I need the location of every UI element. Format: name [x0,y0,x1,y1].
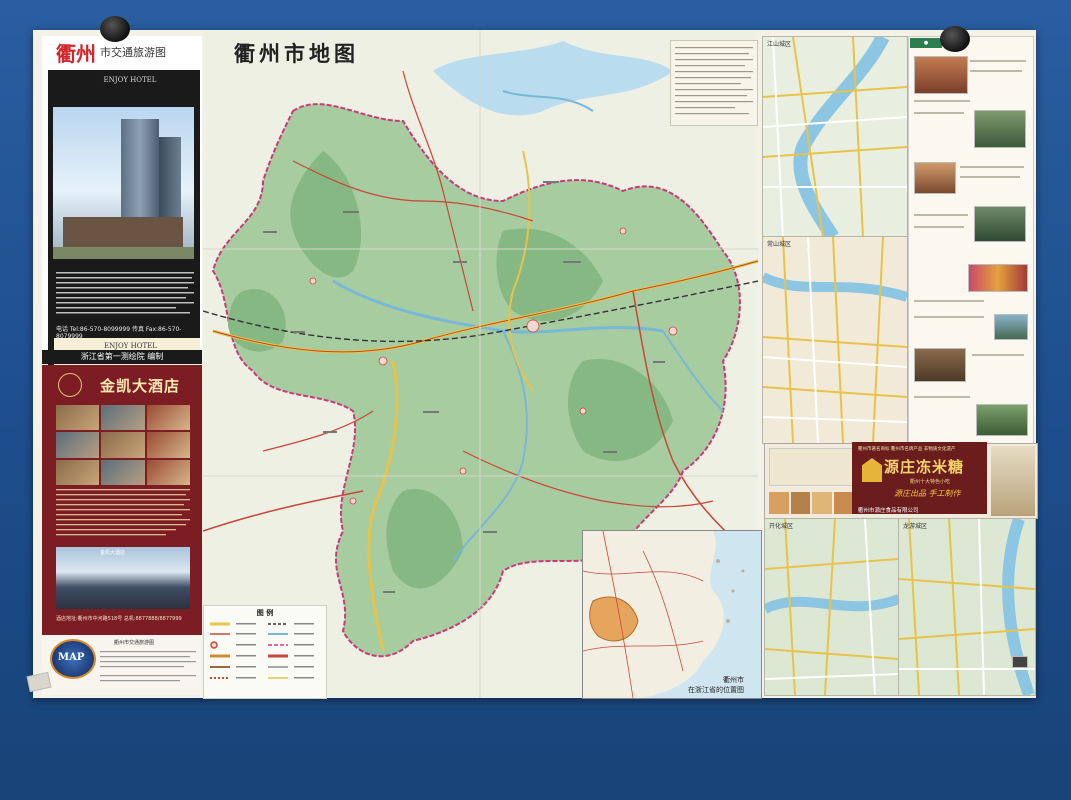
room-photo [101,405,145,431]
food-ad-text [769,448,855,486]
scenic-text-line [960,166,1024,168]
longyou-city-map[interactable]: 龙游城区 [898,518,1036,696]
kaihua-city-map[interactable]: 开化城区 [764,518,900,696]
room-photo [56,459,100,485]
scenic-text-line [914,112,964,114]
food-subtitle: 衢州十大特色小吃 [910,479,951,485]
editor-bar: 浙江省第一测绘院 编制 [42,350,202,364]
hotel-logo-icon [58,373,82,397]
room-photo [56,432,100,458]
food-company: 衢州市源庄食品有限公司 [858,508,919,514]
food-ad-photos [769,492,853,514]
jinkai-hotel-name: 金凯大酒店 [100,377,181,395]
notes-lines [675,47,753,115]
fine-print-lines [56,489,190,536]
scenic-photo [994,314,1028,340]
inset-caption-line1: 衢州市 [723,676,744,684]
food-product-name: 源庄冻米糖 [884,458,965,476]
map-globe-icon: MAP [50,639,96,679]
fine-print-lines [100,651,196,682]
food-photo [790,492,810,514]
map-notes-box [670,40,758,126]
zhejiang-inset-map[interactable] [582,530,762,699]
district-label-top: 江山城区 [767,41,792,48]
scenic-text-line [914,396,970,398]
tape-piece [1012,656,1028,668]
scenic-text-line [914,100,970,102]
changshan-drawing [763,237,907,443]
room-photo [56,405,100,431]
inset-drawing [583,531,745,698]
enjoy-hotel-panel: 衢州 市交通旅游图 ENJOY HOTEL 电话 Tel:86-570-8099… [42,36,202,386]
scenic-text-line [960,176,1020,178]
hotel-ground [53,247,194,259]
scenic-text-line [970,70,1022,72]
scenic-text-line [970,60,1026,62]
publisher-title: 衢州市交通旅游图 [114,640,155,646]
room-photo [146,405,190,431]
pin-icon [940,26,970,52]
scenic-text-line [914,316,984,318]
district-label-bottom-right: 龙游城区 [903,523,928,530]
scenic-photo [914,162,956,194]
pin-icon [100,16,130,42]
fine-print-lines [56,272,194,314]
longyou-drawing [899,519,1035,695]
jinkai-hotel-panel: 金凯大酒店 金凯大酒店 酒店地址:衢州市中河路518号 总机:8877888/8… [42,365,202,635]
scenic-photo [976,404,1028,436]
legend-symbols [210,622,314,679]
map-logo-text: MAP [58,652,85,663]
jinkai-hotel-description [56,487,190,546]
food-tag: 衢州市著名商标 衢州市名牌产品 非物质文化遗产 [858,447,956,452]
brand-subtitle: 市交通旅游图 [100,46,166,59]
enjoy-hotel-logo: ENJOY HOTEL [103,76,157,84]
food-photo [769,492,789,514]
inset-caption-line2: 在浙江省的位置图 [688,685,744,694]
brand-header: 衢州 市交通旅游图 [42,36,202,68]
jinkai-hotel-photo-grid [56,405,190,485]
scenic-photo [968,264,1028,292]
jiangshan-drawing [763,37,907,237]
scenic-photo [914,348,966,382]
scenic-text-line [914,300,984,302]
legend-title: 图 例 [256,609,274,617]
scenic-text-line [972,354,1024,356]
jinkai-hotel-header: 金凯大酒店 [42,371,202,401]
enjoy-hotel-photo [53,107,194,259]
food-photo [812,492,832,514]
district-label-middle: 常山城区 [767,241,792,248]
jinkai-photo-tag: 金凯大酒店 [100,550,126,556]
changshan-city-map[interactable]: 常山城区 [762,236,908,444]
scenic-tab: ● [910,38,942,48]
scenic-text-line [914,214,968,216]
enjoy-hotel-card: ENJOY HOTEL 电话 Tel:86-570-8099999 传真 Fax… [48,70,200,386]
map-legend: 图 例 [203,605,327,699]
hotel-podium [63,217,183,247]
scenic-photo [914,56,968,94]
food-photo [833,492,853,514]
main-map-title: 衢州市地图 [234,41,359,66]
jinkai-hotel-photo: 金凯大酒店 [56,547,190,609]
room-photo [146,432,190,458]
scenic-photo [974,206,1026,242]
kaihua-drawing [765,519,899,695]
room-photo [146,459,190,485]
jiangshan-city-map[interactable]: 江山城区 [762,36,908,238]
district-label-bottom-left: 开化城区 [769,523,794,530]
food-ad-illustration [991,446,1035,516]
brand-title: 衢州 [56,41,96,66]
inset-caption: 衢州市 在浙江省的位置图 [688,676,744,696]
enjoy-hotel-description [56,270,196,323]
scenic-text-line [914,226,964,228]
publisher-panel: MAP 衢州市交通旅游图 [42,635,202,695]
room-photo [101,432,145,458]
jinkai-hotel-contact: 酒店地址:衢州市中河路518号 总机:8877888/8877999 [56,616,182,622]
publisher-fine-print [100,649,200,691]
enjoy-hotel-footer-logo: ENJOY HOTEL [104,342,157,350]
food-slogan: 源庄出品 手工制作 [894,489,961,498]
scenic-photo [974,110,1026,148]
room-photo [101,459,145,485]
